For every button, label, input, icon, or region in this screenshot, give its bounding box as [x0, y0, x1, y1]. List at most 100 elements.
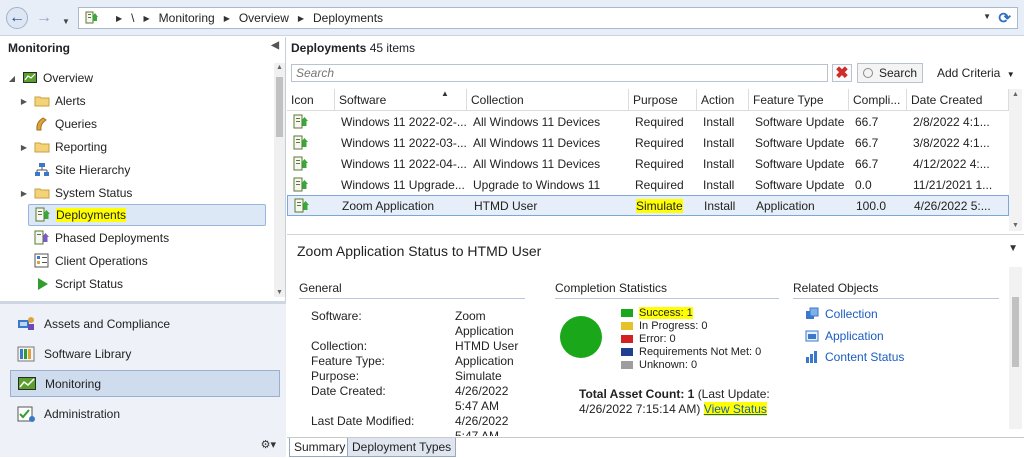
breadcrumb-deployments[interactable]: Deployments	[313, 11, 383, 25]
in-progress-swatch	[621, 322, 633, 330]
workspace-label: Software Library	[44, 346, 132, 361]
collection-label: Collection:	[311, 339, 368, 353]
cell-action: Install	[704, 199, 736, 213]
tree-scrollbar[interactable]: ▲ ▼	[274, 63, 285, 297]
column-header-compliance[interactable]: Compli...	[849, 89, 907, 111]
tree-item-deployments[interactable]: Deployments	[28, 204, 266, 226]
cell-collection: HTMD User	[474, 199, 538, 213]
forward-button[interactable]: →	[33, 7, 55, 29]
workspace-monitoring[interactable]: Monitoring	[10, 370, 280, 397]
related-application-link[interactable]: Application	[805, 329, 884, 343]
breadcrumb-overview[interactable]: Overview	[239, 11, 289, 25]
column-header-icon[interactable]: Icon	[287, 89, 335, 111]
tab-deployment-types[interactable]: Deployment Types	[347, 438, 457, 457]
workspace-label: Administration	[44, 406, 121, 421]
pie-slice-success	[560, 316, 602, 358]
column-header-software[interactable]: Software ▲	[335, 89, 467, 111]
stat-unknown: Unknown: 0	[621, 359, 697, 371]
table-row-selected[interactable]: Zoom Application HTMD User Simulate Inst…	[287, 195, 1009, 216]
tree-item-queries[interactable]: Queries	[18, 113, 97, 135]
related-collection-link[interactable]: Collection	[805, 307, 878, 321]
tree-item-phased-deployments[interactable]: Phased Deployments	[34, 227, 169, 249]
collapse-details-icon[interactable]: ▼	[1008, 243, 1018, 254]
scrollbar-thumb[interactable]	[1012, 297, 1019, 367]
related-content-status-link[interactable]: Content Status	[805, 350, 904, 364]
general-section-header: General	[299, 281, 525, 299]
tree-item-label: Client Operations	[55, 254, 148, 268]
table-row[interactable]: Windows 11 2022-03-... All Windows 11 De…	[287, 133, 1009, 154]
cell-feature-type: Software Update	[755, 115, 845, 129]
tree-item-label: Queries	[55, 117, 98, 131]
last-modified-value: 4/26/2022 5:47 AM	[455, 414, 509, 436]
scroll-down-icon[interactable]: ▼	[1012, 222, 1019, 229]
tree-item-client-operations[interactable]: Client Operations	[34, 250, 148, 272]
total-asset-count-label: Total Asset Count: 1	[579, 387, 695, 401]
address-dropdown-icon[interactable]: ▼	[983, 12, 991, 21]
stat-label: Requirements Not Met: 0	[639, 346, 762, 358]
table-header: Icon Software ▲ Collection Purpose Actio…	[287, 89, 1009, 111]
cell-software: Windows 11 2022-03-...	[341, 136, 467, 150]
cell-action: Install	[703, 136, 735, 150]
column-header-purpose[interactable]: Purpose	[629, 89, 697, 111]
column-header-collection[interactable]: Collection	[467, 89, 629, 111]
folder-icon	[34, 188, 50, 199]
details-pane: Zoom Application Status to HTMD User ▼ G…	[287, 234, 1024, 457]
expand-arrow-icon[interactable]: ▶	[18, 97, 30, 106]
scroll-up-icon[interactable]: ▲	[1012, 91, 1019, 98]
list-item-count: 45 items	[369, 41, 416, 55]
scrollbar-thumb[interactable]	[276, 77, 283, 137]
breadcrumb-monitoring[interactable]: Monitoring	[159, 11, 215, 25]
back-button[interactable]: ←	[6, 7, 28, 29]
stat-label: Unknown: 0	[639, 359, 698, 371]
scroll-down-icon[interactable]: ▼	[276, 289, 283, 296]
view-status-link[interactable]: View Status	[704, 402, 767, 416]
deployment-icon	[85, 11, 98, 24]
scroll-up-icon[interactable]: ▲	[276, 64, 283, 71]
workspace-label: Assets and Compliance	[44, 316, 171, 331]
breadcrumb-root[interactable]: \	[131, 11, 134, 25]
column-header-feature-type[interactable]: Feature Type	[749, 89, 849, 111]
table-row[interactable]: Windows 11 2022-02-... All Windows 11 De…	[287, 112, 1009, 133]
related-objects-header: Related Objects	[793, 281, 999, 299]
workspace-label: Monitoring	[45, 376, 102, 391]
workspace-assets-and-compliance[interactable]: Assets and Compliance	[10, 310, 280, 337]
cell-date-created: 3/8/2022 4:1...	[913, 136, 990, 150]
refresh-icon[interactable]: ⟳	[998, 9, 1011, 27]
tree-item-alerts[interactable]: ▶ Alerts	[18, 90, 86, 112]
expand-arrow-icon[interactable]: ▶	[18, 143, 30, 152]
phased-deployment-icon	[34, 230, 49, 245]
history-dropdown-icon[interactable]: ▼	[60, 10, 72, 32]
cell-compliance: 0.0	[855, 178, 872, 192]
total-asset-count: Total Asset Count: 1 (Last Update: 4/26/…	[579, 387, 779, 417]
tree-item-reporting[interactable]: ▶ Reporting	[18, 136, 107, 158]
table-scrollbar[interactable]: ▲ ▼	[1009, 89, 1022, 231]
table-row[interactable]: Windows 11 2022-04-... All Windows 11 De…	[287, 154, 1009, 175]
application-icon	[805, 330, 819, 342]
column-header-date-created[interactable]: Date Created	[907, 89, 1009, 111]
tab-summary[interactable]: Summary	[289, 438, 351, 457]
cell-collection: All Windows 11 Devices	[473, 157, 601, 171]
navigation-bar: ← → ▼ ▶ \ ▶ Monitoring ▶ Overview ▶ Depl…	[0, 0, 1024, 36]
tree-item-site-hierarchy[interactable]: Site Hierarchy	[18, 159, 130, 181]
address-bar[interactable]: ▶ \ ▶ Monitoring ▶ Overview ▶ Deployment…	[78, 7, 1018, 29]
tree-item-script-status[interactable]: Script Status	[34, 273, 123, 295]
monitoring-icon	[18, 376, 36, 390]
details-scrollbar[interactable]	[1009, 267, 1022, 429]
tree-item-system-status[interactable]: ▶ System Status	[18, 182, 132, 204]
collapse-pane-icon[interactable]: ◀	[271, 40, 279, 51]
workspace-switcher: Assets and Compliance Software Library M…	[0, 301, 286, 457]
column-header-action[interactable]: Action	[697, 89, 749, 111]
clear-search-icon[interactable]: ✖	[832, 64, 852, 82]
add-criteria-button[interactable]: Add Criteria ▼	[937, 66, 1015, 80]
search-input[interactable]	[291, 64, 828, 82]
expand-arrow-icon[interactable]: ▶	[18, 189, 30, 198]
tree-item-overview[interactable]: ◢ Overview	[6, 67, 93, 89]
search-button[interactable]: Search	[857, 63, 923, 83]
collapse-arrow-icon[interactable]: ◢	[6, 74, 18, 83]
navigation-pane-title: Monitoring	[8, 41, 70, 55]
workspace-administration[interactable]: Administration	[10, 400, 280, 427]
configure-buttons-icon[interactable]: ⚙▾	[261, 438, 276, 451]
list-title: Deployments 45 items	[291, 41, 415, 55]
table-row[interactable]: Windows 11 Upgrade... Upgrade to Windows…	[287, 175, 1009, 196]
workspace-software-library[interactable]: Software Library	[10, 340, 280, 367]
